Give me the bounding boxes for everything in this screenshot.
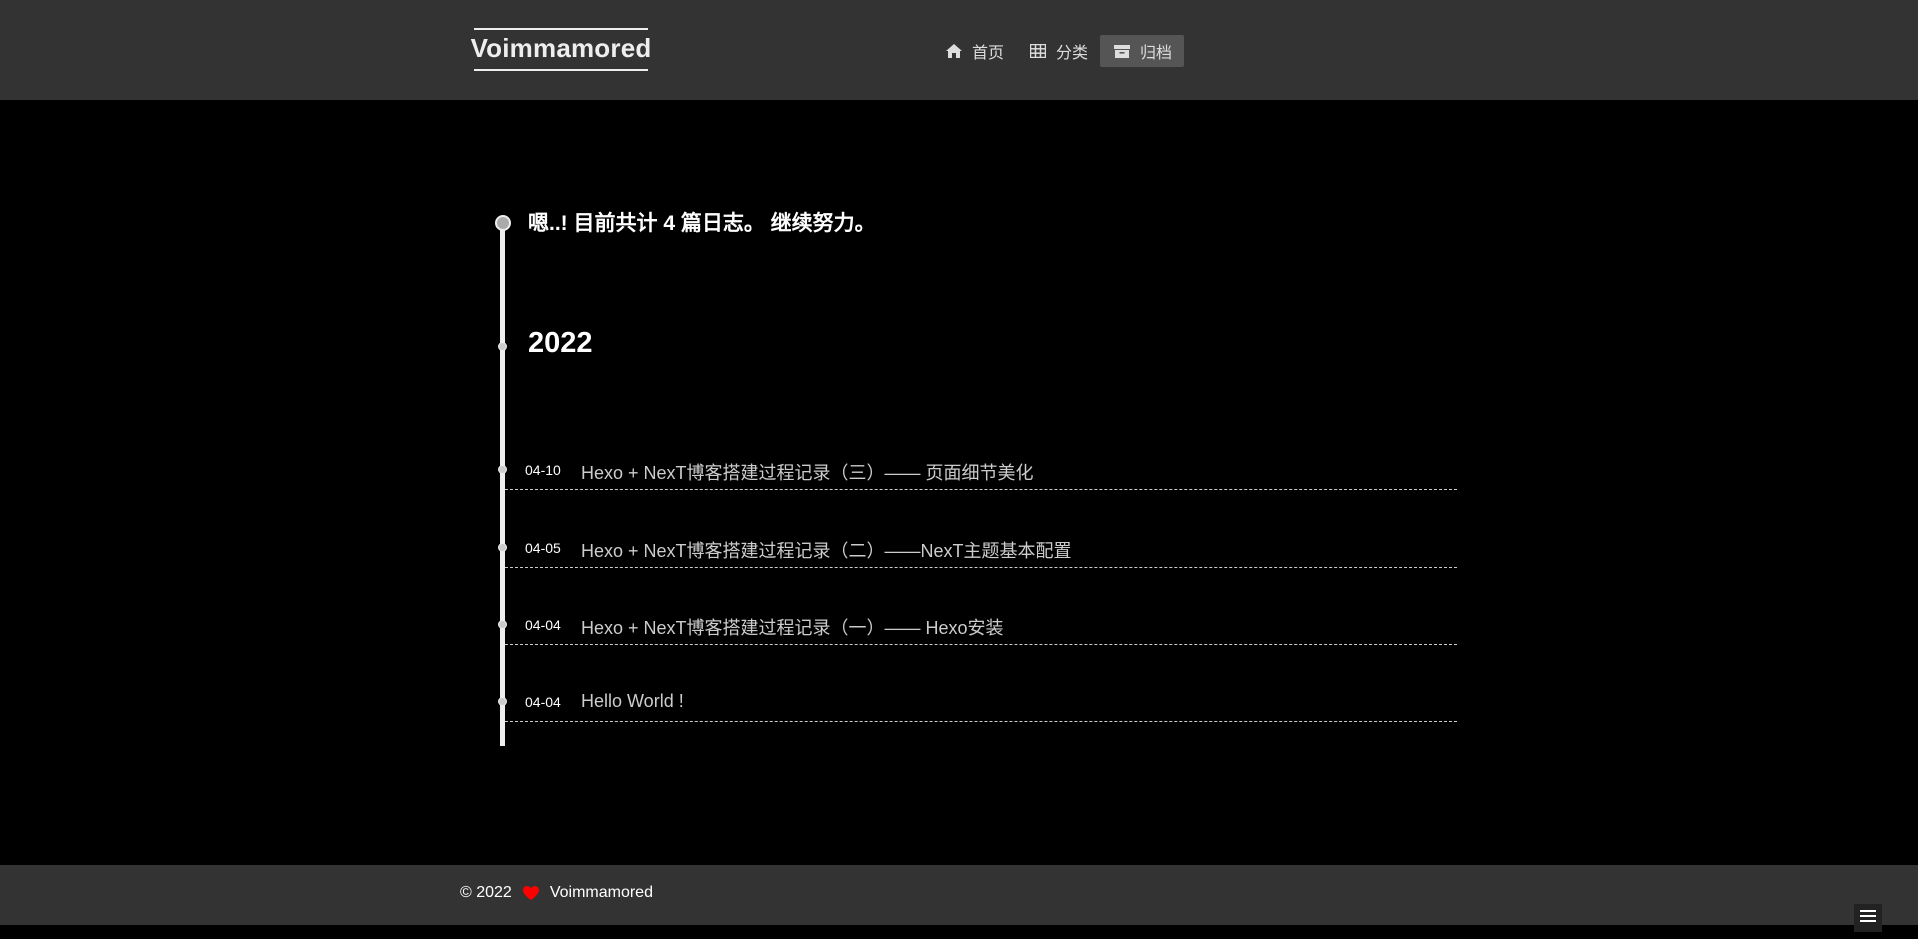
nav-item-home[interactable]: 首页 bbox=[936, 35, 1016, 67]
grid-icon bbox=[1028, 41, 1048, 61]
sidebar-toggle-button[interactable] bbox=[1854, 904, 1882, 932]
site-brand-link[interactable]: Voimmamored bbox=[471, 28, 651, 71]
post-date: 04-10 bbox=[525, 462, 561, 478]
archive-year: 2022 bbox=[528, 327, 593, 359]
post-title-link[interactable]: Hexo + NexT博客搭建过程记录（二）——NexT主题基本配置 bbox=[581, 537, 1072, 563]
timeline-start-dot bbox=[495, 215, 511, 231]
site-header: Voimmamored 首页 分类 归档 bbox=[0, 0, 1918, 100]
nav-label-archives: 归档 bbox=[1140, 45, 1173, 62]
nav-label-categories: 分类 bbox=[1056, 45, 1089, 62]
post-date: 04-05 bbox=[525, 540, 561, 556]
post-item[interactable]: 04-05 Hexo + NexT博客搭建过程记录（二）——NexT主题基本配置 bbox=[505, 528, 1457, 568]
footer-copyright: © 2022 Voimmamored bbox=[460, 884, 653, 902]
footer-author: Voimmamored bbox=[549, 884, 653, 901]
post-item[interactable]: 04-04 Hello World ! bbox=[505, 682, 1457, 722]
home-icon bbox=[944, 41, 964, 61]
main-nav: 首页 分类 归档 bbox=[936, 35, 1185, 67]
archive-icon bbox=[1112, 41, 1132, 61]
copyright-text: © 2022 bbox=[460, 884, 512, 901]
menu-icon bbox=[1860, 909, 1876, 928]
post-item[interactable]: 04-04 Hexo + NexT博客搭建过程记录（一）—— Hexo安装 bbox=[505, 605, 1457, 645]
post-title-link[interactable]: Hello World ! bbox=[581, 691, 684, 712]
archive-summary: 嗯..! 目前共计 4 篇日志。 继续努力。 bbox=[528, 212, 876, 235]
post-date: 04-04 bbox=[525, 617, 561, 633]
nav-label-home: 首页 bbox=[972, 45, 1005, 62]
nav-item-archives[interactable]: 归档 bbox=[1100, 35, 1185, 67]
post-date: 04-04 bbox=[525, 694, 561, 710]
nav-item-categories[interactable]: 分类 bbox=[1016, 35, 1100, 67]
heart-icon bbox=[522, 885, 540, 901]
timeline-year-dot bbox=[498, 342, 507, 351]
post-item[interactable]: 04-10 Hexo + NexT博客搭建过程记录（三）—— 页面细节美化 bbox=[505, 450, 1457, 490]
site-title: Voimmamored bbox=[470, 33, 652, 63]
site-footer: © 2022 Voimmamored bbox=[0, 865, 1918, 925]
post-title-link[interactable]: Hexo + NexT博客搭建过程记录（三）—— 页面细节美化 bbox=[581, 459, 1034, 485]
post-title-link[interactable]: Hexo + NexT博客搭建过程记录（一）—— Hexo安装 bbox=[581, 614, 1004, 640]
